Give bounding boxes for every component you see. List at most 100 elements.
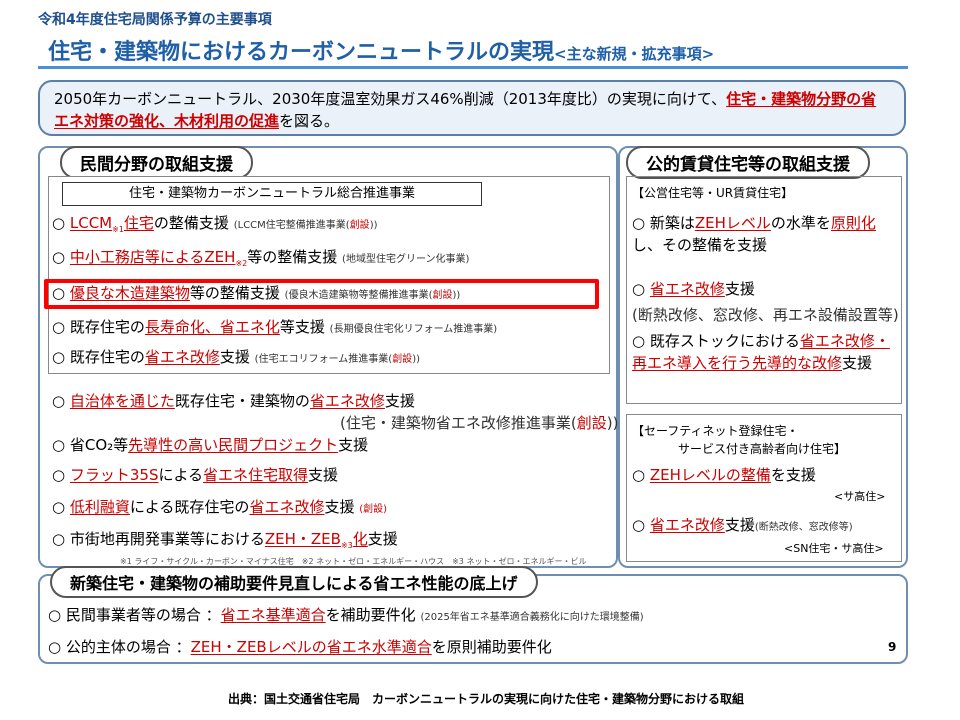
item-post: の整備支援	[153, 214, 229, 232]
item-prefix: ○ 省CO₂等	[52, 436, 129, 454]
item-post: 支援	[724, 280, 755, 298]
item-note-end: ))	[369, 220, 378, 231]
item-highlight-2: 省エネ住宅取得	[203, 466, 309, 484]
list-item: ○ 低利融資による既存住宅の省エネ改修支援 (創設)	[52, 496, 387, 517]
item-prefix: ○	[52, 392, 70, 410]
item-post: 支援	[367, 530, 398, 548]
item-highlight-2: 省エネ改修	[309, 392, 385, 410]
item-highlight-2: 住宅	[123, 214, 154, 232]
item-prefix: ○ 公的主体の場合 ：	[48, 638, 191, 656]
list-item: ○ フラット35Sによる省エネ住宅取得支援	[52, 464, 338, 485]
list-item: ○ ZEHレベルの整備を支援	[632, 464, 816, 485]
item-note: (LCCM住宅整備推進事業(	[233, 220, 350, 231]
list-item: ○ 既存住宅の長寿命化、省エネ化等支援 (長期優良住宅化リフォーム推進事業)	[52, 316, 497, 337]
list-item: ○ 自治体を通じた既存住宅・建築物の省エネ改修支援	[52, 390, 415, 411]
item-post: 支援	[338, 436, 369, 454]
item-prefix: ○ 民間事業者等の場合 ：	[48, 606, 221, 624]
list-item: ○ 市街地再開発事業等におけるZEH・ZEB※3化支援	[52, 528, 398, 550]
item-mid: 既存住宅・建築物の	[174, 392, 310, 410]
item-note: (長期優良住宅化リフォーム推進事業)	[329, 324, 498, 335]
item-prefix: ○	[52, 498, 70, 516]
item-post: 等の整備支援	[247, 248, 338, 266]
item-tag: <SN住宅・サ高住>	[784, 542, 884, 555]
item-prefix: ○ 市街地再開発事業等における	[52, 530, 265, 548]
box-title-1: 【セーフティネット登録住宅・	[632, 424, 799, 438]
list-item: ○ 省CO₂等先導性の高い民間プロジェクト支援	[52, 434, 368, 455]
list-item: ○ 中小工務店等によるZEH※2等の整備支援 (地域型住宅グリーン化事業)	[52, 246, 469, 268]
item-highlight: 低利融資	[69, 498, 130, 516]
item-note-red: 創設	[576, 414, 607, 432]
item-prefix: ○ 既存住宅の	[52, 318, 145, 336]
item-mid: による既存住宅の	[129, 498, 250, 516]
item-note: (断熱改修、窓改修等)	[754, 522, 853, 533]
list-item: ○ 民間事業者等の場合 ：省エネ基準適合を補助要件化 (2025年省エネ基準適合…	[48, 604, 644, 625]
item-post: を支援	[770, 466, 816, 484]
page-number: 9	[888, 640, 897, 654]
program-header: 住宅・建築物カーボンニュートラル総合推進事業	[62, 182, 482, 206]
list-item: ○ 省エネ改修支援(断熱改修、窓改修等)	[632, 514, 853, 535]
item-post: 支援	[324, 498, 355, 516]
item-post: し、その整備を支援	[632, 236, 768, 254]
item-tag: <サ高住>	[834, 490, 886, 503]
item-post: 支援	[219, 348, 250, 366]
item-note: (住宅エコリフォーム推進事業(	[254, 354, 393, 365]
item-note: (断熱改修、窓改修、再エネ設備設置等)	[632, 306, 899, 324]
summary-pre: 2050年カーボンニュートラル、2030年度温室効果ガス46%削減（2013年度…	[54, 90, 727, 108]
item-highlight: 先導性の高い民間プロジェクト	[128, 436, 339, 454]
item-note: (住宅・建築物省エネ改修推進事業(	[340, 414, 577, 432]
item-note-red: (創設)	[359, 504, 388, 515]
new-construction-pill: 新築住宅・建築物の補助要件見直しによる省エネ性能の底上げ	[50, 566, 538, 598]
source-citation: 出典：国土交通省住宅局 カーボンニュートラルの実現に向けた住宅・建築物分野におけ…	[228, 692, 745, 706]
item-note-end: ))	[606, 414, 619, 432]
item-superscript: ※2	[235, 259, 248, 268]
item-note-red: 創設	[392, 354, 413, 365]
item-highlight: フラット35S	[69, 466, 159, 484]
item-prefix: ○	[52, 248, 70, 266]
summary-post: を図る。	[279, 112, 340, 130]
section-header: 令和4年度住宅局関係予算の主要事項	[38, 12, 272, 28]
item-highlight: 中小工務店等によるZEH	[69, 248, 236, 266]
item-post: 支援	[384, 392, 415, 410]
list-item: ○ LCCM※1住宅の整備支援 (LCCM住宅整備推進事業(創設))	[52, 212, 378, 234]
list-item: ○ 省エネ改修支援	[632, 278, 755, 299]
item-highlight: 省エネ改修	[144, 348, 220, 366]
list-item: ○ 新築はZEHレベルの水準を原則化し、その整備を支援	[632, 212, 898, 256]
item-highlight: ZEHレベルの整備	[649, 466, 771, 484]
item-note: (2025年省エネ基準適合義務化に向けた環境整備)	[420, 612, 644, 623]
item-prefix: ○	[632, 466, 650, 484]
item-highlight: 長寿命化、省エネ化	[144, 318, 280, 336]
item-prefix: ○ 新築は	[632, 214, 695, 232]
item-highlight-2: 原則化	[830, 214, 876, 232]
item-highlight-2: 化	[352, 530, 368, 548]
item-note-line: (住宅・建築物省エネ改修推進事業(創設))	[340, 412, 618, 433]
item-highlight: ZEH・ZEBレベルの省エネ水準適合	[190, 638, 432, 656]
item-highlight: ZEHレベル	[694, 214, 771, 232]
item-mid: の水準を	[770, 214, 831, 232]
box-title: 【公営住宅等・UR賃貸住宅】	[632, 186, 794, 200]
item-highlight: LCCM	[69, 214, 113, 232]
item-highlight: 省エネ基準適合	[220, 606, 326, 624]
item-prefix: ○ 既存ストックにおける	[632, 332, 800, 350]
item-note-end: ))	[412, 354, 420, 365]
page-title: 住宅・建築物におけるカーボンニュートラルの実現<主な新規・拡充事項>	[48, 34, 714, 66]
title-underline	[38, 66, 908, 69]
list-item: ○ 公的主体の場合 ：ZEH・ZEBレベルの省エネ水準適合を原則補助要件化	[48, 636, 552, 657]
box-title-2: サービス付き高齢者向け住宅】	[678, 442, 847, 456]
item-superscript: ※3	[340, 541, 353, 550]
item-post: 支援	[724, 516, 755, 534]
item-highlight: 省エネ改修	[649, 280, 725, 298]
highlight-frame	[44, 279, 599, 309]
list-item: ○ 既存ストックにおける省エネ改修・再エネ導入を行う先導的な改修支援	[632, 330, 898, 374]
page-title-sub: <主な新規・拡充事項>	[554, 45, 715, 63]
item-prefix: ○	[52, 466, 70, 484]
item-highlight: 省エネ改修	[649, 516, 725, 534]
page-title-main: 住宅・建築物におけるカーボンニュートラルの実現	[48, 40, 555, 65]
item-prefix: ○	[52, 214, 70, 232]
item-highlight: ZEH・ZEB	[264, 530, 341, 548]
list-item: ○ 既存住宅の省エネ改修支援 (住宅エコリフォーム推進事業(創設))	[52, 346, 420, 367]
item-post: を原則補助要件化	[431, 638, 552, 656]
item-mid: による	[158, 466, 204, 484]
private-sector-pill: 民間分野の取組支援	[60, 146, 253, 179]
item-prefix: ○	[632, 280, 650, 298]
public-housing-pill: 公的賃貸住宅等の取組支援	[626, 146, 870, 179]
